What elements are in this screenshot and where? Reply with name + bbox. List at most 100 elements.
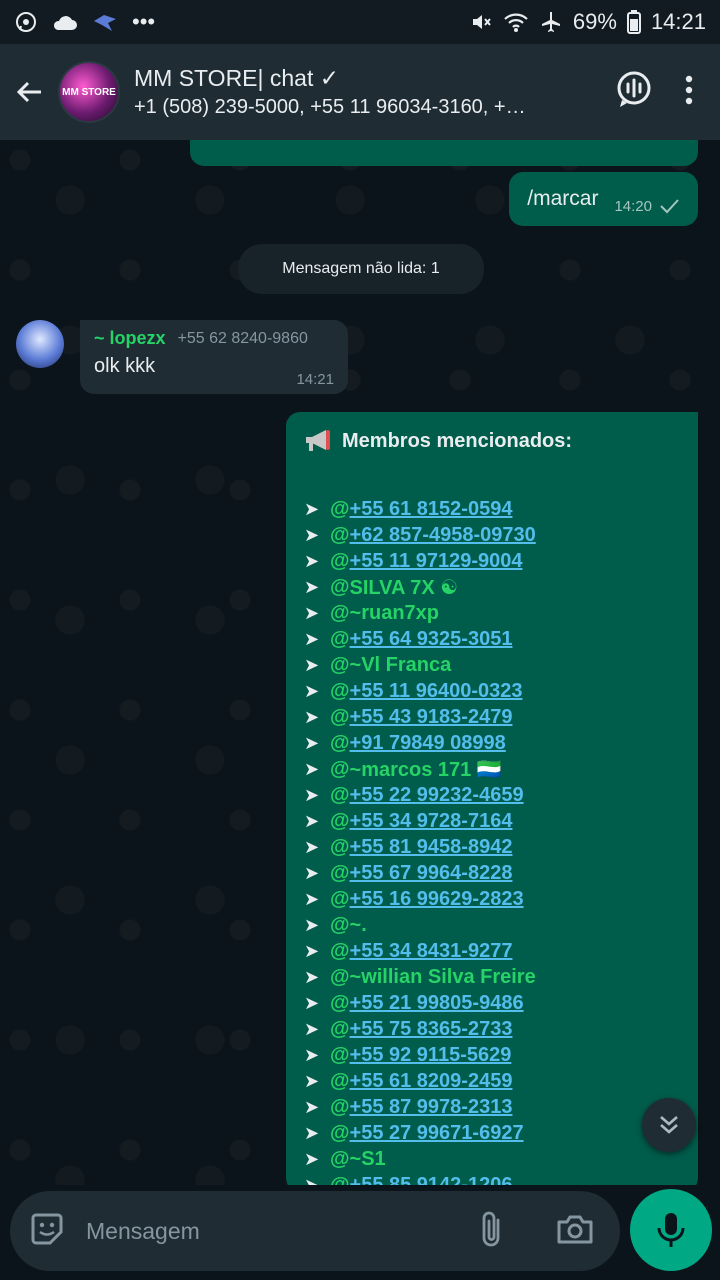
mention-handle[interactable]: +55 75 8365-2733 <box>350 1018 513 1041</box>
mention-item[interactable]: ➤ @ +55 16 99629-2823 <box>304 886 680 912</box>
paperclip-icon <box>482 1211 500 1246</box>
mention-item[interactable]: ➤ @ +91 79849 08998 <box>304 730 680 756</box>
mention-item[interactable]: ➤ @ +55 92 9115-5629 <box>304 1042 680 1068</box>
voice-chat-button[interactable] <box>614 70 654 115</box>
mention-item[interactable]: ➤ @ +55 11 97129-9004 <box>304 548 680 574</box>
more-options-button[interactable] <box>684 75 694 110</box>
mention-item[interactable]: ➤ @ SILVA 7X ☯ <box>304 574 680 600</box>
sender-phone: +55 62 8240-9860 <box>177 329 308 347</box>
mention-handle[interactable]: ~ruan7xp <box>350 602 439 625</box>
camera-button[interactable] <box>556 1213 594 1250</box>
message-input[interactable] <box>86 1217 466 1245</box>
mention-handle[interactable]: +62 857-4958-09730 <box>350 524 536 547</box>
mention-item[interactable]: ➤ @ +55 11 96400-0323 <box>304 678 680 704</box>
airplane-icon <box>539 10 563 34</box>
mention-item[interactable]: ➤ @ ~. <box>304 912 680 938</box>
mention-handle[interactable]: +55 16 99629-2823 <box>350 888 524 911</box>
message-composer[interactable] <box>10 1191 620 1271</box>
mention-handle[interactable]: +55 21 99805-9486 <box>350 992 524 1015</box>
mention-handle[interactable]: ~marcos 171 🇸🇱 <box>350 757 502 782</box>
mention-item[interactable]: ➤ @ +55 85 9142-1206 <box>304 1172 680 1186</box>
mention-at: @ <box>330 991 350 1014</box>
mention-item[interactable]: ➤ @ +55 43 9183-2479 <box>304 704 680 730</box>
mention-item[interactable]: ➤ @ +55 87 9978-2313 <box>304 1094 680 1120</box>
mention-item[interactable]: ➤ @ +55 64 9325-3051 <box>304 626 680 652</box>
arrow-right-icon: ➤ <box>304 576 320 597</box>
arrow-right-icon: ➤ <box>304 1018 320 1039</box>
mention-item[interactable]: ➤ @ +55 75 8365-2733 <box>304 1016 680 1042</box>
mention-item[interactable]: ➤ @ +55 34 8431-9277 <box>304 938 680 964</box>
chat-info[interactable]: MM STORE| chat ✓ +1 (508) 239-5000, +55 … <box>134 65 574 119</box>
mention-at: @ <box>330 679 350 702</box>
mention-item[interactable]: ➤ @ +55 34 9728-7164 <box>304 808 680 834</box>
arrow-right-icon: ➤ <box>304 498 320 519</box>
arrow-right-icon: ➤ <box>304 550 320 571</box>
mention-handle[interactable]: +91 79849 08998 <box>350 732 506 755</box>
mention-item[interactable]: ➤ @ ~S1 <box>304 1146 680 1172</box>
mention-handle[interactable]: +55 43 9183-2479 <box>350 706 513 729</box>
mention-handle[interactable]: +55 92 9115-5629 <box>350 1044 512 1067</box>
mention-handle[interactable]: +55 11 97129-9004 <box>350 550 523 573</box>
attach-button[interactable] <box>478 1210 504 1253</box>
sender-avatar[interactable] <box>16 320 64 368</box>
incoming-message[interactable]: ~ lopezx +55 62 8240-9860 olk kkk 14:21 <box>80 320 348 394</box>
arrow-right-icon: ➤ <box>304 602 320 623</box>
mention-item[interactable]: ➤ @ +55 22 99232-4659 <box>304 782 680 808</box>
sticker-button[interactable] <box>28 1210 66 1253</box>
mention-handle[interactable]: +55 34 9728-7164 <box>350 810 513 833</box>
mention-item[interactable]: ➤ @ +55 21 99805-9486 <box>304 990 680 1016</box>
mention-item[interactable]: ➤ @ ~Vl Franca <box>304 652 680 678</box>
mention-item[interactable]: ➤ @ +62 857-4958-09730 <box>304 522 680 548</box>
mention-handle[interactable]: +55 61 8152-0594 <box>350 498 513 521</box>
mention-handle[interactable]: +55 81 9458-8942 <box>350 836 513 859</box>
mention-item[interactable]: ➤ @ ~willian Silva Freire <box>304 964 680 990</box>
mention-handle[interactable]: +55 85 9142-1206 <box>350 1174 513 1186</box>
clock: 14:21 <box>650 9 706 34</box>
mention-handle[interactable]: +55 87 9978-2313 <box>350 1096 513 1119</box>
arrow-right-icon: ➤ <box>304 784 320 805</box>
sender-name[interactable]: ~ lopezx <box>94 328 166 349</box>
mention-handle[interactable]: ~S1 <box>350 1148 386 1171</box>
mentions-message[interactable]: Membros mencionados: ➤ @ +55 61 8152-0594 ➤… <box>286 412 698 1185</box>
mention-handle[interactable]: +55 64 9325-3051 <box>350 628 513 651</box>
arrow-right-icon: ➤ <box>304 836 320 857</box>
voice-chat-icon <box>617 71 651 107</box>
mention-at: @ <box>330 627 350 650</box>
mention-at: @ <box>330 887 350 910</box>
group-avatar[interactable]: MM STORE <box>58 61 120 123</box>
outgoing-message[interactable]: /marcar 14:20 <box>509 172 698 226</box>
mention-handle[interactable]: +55 27 99671-6927 <box>350 1122 524 1145</box>
scroll-to-bottom-button[interactable] <box>642 1098 696 1152</box>
arrow-left-icon <box>16 81 41 103</box>
arrow-right-icon: ➤ <box>304 1122 320 1143</box>
sticker-icon <box>31 1213 63 1244</box>
chat-area[interactable]: /marcar 14:20 Mensagem não lida: 1 ~ lop… <box>0 140 720 1185</box>
previous-message-bubble[interactable] <box>190 140 698 166</box>
mention-item[interactable]: ➤ @ +55 27 99671-6927 <box>304 1120 680 1146</box>
voice-record-button[interactable] <box>630 1189 712 1271</box>
mention-handle[interactable]: ~Vl Franca <box>350 654 452 677</box>
group-avatar-text: MM STORE <box>62 86 116 98</box>
mention-at: @ <box>330 809 350 832</box>
mention-at: @ <box>330 861 350 884</box>
mention-item[interactable]: ➤ @ +55 61 8152-0594 <box>304 496 680 522</box>
mention-handle[interactable]: +55 67 9964-8228 <box>350 862 513 885</box>
mention-handle[interactable]: +55 11 96400-0323 <box>350 680 523 703</box>
whatsapp-icon <box>14 10 38 34</box>
mention-item[interactable]: ➤ @ +55 67 9964-8228 <box>304 860 680 886</box>
mention-item[interactable]: ➤ @ ~marcos 171 🇸🇱 <box>304 756 680 782</box>
mention-item[interactable]: ➤ @ +55 61 8209-2459 <box>304 1068 680 1094</box>
battery-icon <box>626 10 641 34</box>
double-chevron-down-icon <box>660 1116 678 1134</box>
mention-handle[interactable]: ~. <box>350 914 367 937</box>
mention-handle[interactable]: +55 34 8431-9277 <box>350 940 513 963</box>
mention-handle[interactable]: +55 61 8209-2459 <box>350 1070 513 1093</box>
mention-handle[interactable]: ~willian Silva Freire <box>350 966 536 989</box>
mention-item[interactable]: ➤ @ +55 81 9458-8942 <box>304 834 680 860</box>
mention-handle[interactable]: +55 22 99232-4659 <box>350 784 524 807</box>
chat-participants: +1 (508) 239-5000, +55 11 96034-3160, +… <box>134 96 526 118</box>
mention-item[interactable]: ➤ @ ~ruan7xp <box>304 600 680 626</box>
back-button[interactable] <box>10 72 50 112</box>
mention-handle[interactable]: SILVA 7X ☯ <box>350 575 459 600</box>
arrow-right-icon: ➤ <box>304 810 320 831</box>
